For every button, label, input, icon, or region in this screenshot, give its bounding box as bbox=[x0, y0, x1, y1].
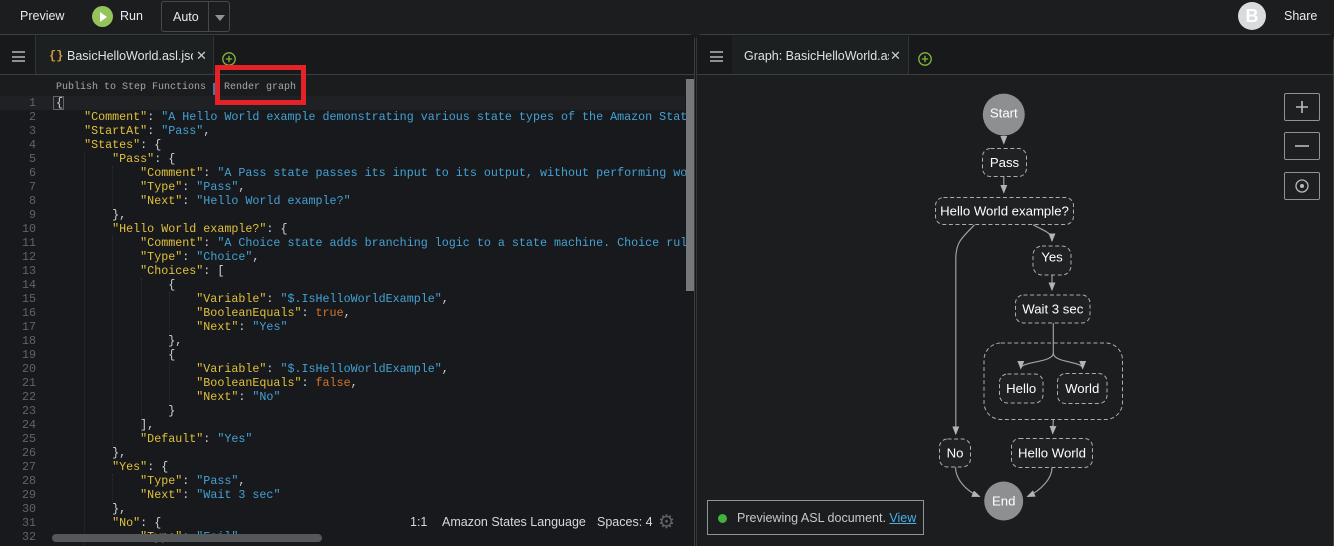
svg-text:Hello: Hello bbox=[1006, 381, 1036, 396]
svg-text:Yes: Yes bbox=[1041, 250, 1063, 265]
svg-text:World: World bbox=[1065, 381, 1099, 396]
svg-text:No: No bbox=[947, 446, 964, 461]
svg-text:Pass: Pass bbox=[990, 155, 1020, 170]
svg-text:Start: Start bbox=[990, 106, 1018, 121]
svg-text:Hello World example?: Hello World example? bbox=[940, 204, 1069, 219]
svg-text:Wait 3 sec: Wait 3 sec bbox=[1022, 302, 1083, 317]
svg-text:End: End bbox=[992, 494, 1015, 509]
svg-text:Hello World: Hello World bbox=[1018, 446, 1086, 461]
